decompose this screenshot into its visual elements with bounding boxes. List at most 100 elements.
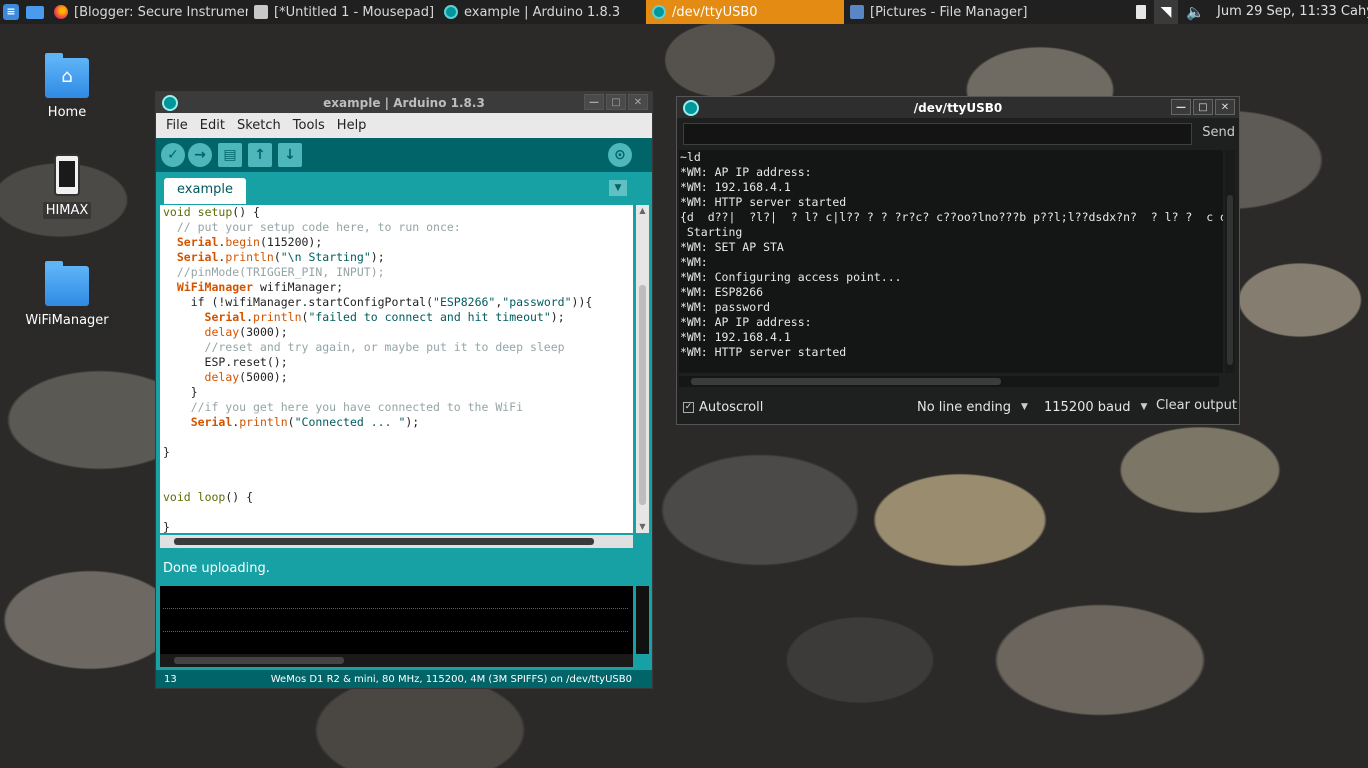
line-ending-select[interactable]: No line ending ▼ — [917, 397, 1028, 417]
window-title: example | Arduino 1.8.3 — [323, 95, 485, 110]
menu-file[interactable]: File — [166, 118, 188, 133]
line-ending-value: No line ending — [917, 399, 1011, 415]
scroll-thumb[interactable] — [174, 657, 344, 664]
console-line — [163, 594, 628, 609]
task-label: example | Arduino 1.8.3 — [464, 4, 621, 20]
arduino-icon — [652, 5, 666, 19]
task-serial-monitor[interactable]: /dev/ttyUSB0 — [646, 0, 844, 24]
desktop-icon-wifimanager[interactable]: WiFiManager — [22, 261, 112, 329]
menu-help[interactable]: Help — [337, 118, 367, 133]
arduino-icon — [444, 5, 458, 19]
desktop-icon-label: HIMAX — [42, 202, 92, 219]
menu-edit[interactable]: Edit — [200, 118, 225, 133]
editor-horizontal-scrollbar[interactable] — [160, 535, 633, 548]
tab-menu-button[interactable]: ▼ — [609, 180, 627, 196]
desktop-icon-label: Home — [44, 104, 90, 121]
menu-sketch[interactable]: Sketch — [237, 118, 281, 133]
send-button[interactable]: Send — [1202, 125, 1235, 140]
clipboard-icon[interactable] — [1136, 5, 1146, 19]
serial-horizontal-scrollbar[interactable] — [679, 376, 1219, 387]
console-output — [160, 586, 633, 654]
console-line — [163, 617, 628, 632]
desktop-icon-label: WiFiManager — [22, 312, 112, 329]
pictures-icon — [850, 5, 864, 19]
task-label: [Pictures - File Manager] — [870, 4, 1028, 20]
verify-button[interactable]: ✓ — [161, 143, 185, 167]
task-file-manager[interactable]: [Pictures - File Manager] — [844, 0, 1044, 24]
new-button[interactable]: ▤ — [218, 143, 242, 167]
serial-vertical-scrollbar[interactable] — [1225, 150, 1235, 373]
arduino-window: example | Arduino 1.8.3 — □ ✕ File Edit … — [155, 91, 653, 689]
volume-icon[interactable]: 🔈 — [1186, 3, 1205, 21]
serial-monitor-button[interactable]: ⊙ — [608, 143, 632, 167]
tab-strip: example ▼ — [156, 172, 652, 204]
menu-icon: ≡ — [3, 4, 19, 20]
editor-vertical-scrollbar[interactable]: ▲ ▼ — [636, 205, 649, 533]
phone-icon — [54, 154, 80, 196]
menu-bar: File Edit Sketch Tools Help — [156, 113, 652, 138]
clock[interactable]: Jum 29 Sep, 11:33 Cahyo — [1217, 0, 1368, 24]
status-message: Done uploading. — [156, 552, 652, 585]
task-blogger[interactable]: [Blogger: Secure Instrumen... — [48, 0, 248, 24]
open-button[interactable]: ↑ — [248, 143, 272, 167]
chevron-down-icon: ▼ — [1140, 402, 1148, 412]
chevron-down-icon: ▼ — [1021, 402, 1028, 412]
wifi-icon[interactable]: ◥ — [1154, 0, 1178, 24]
scroll-thumb[interactable] — [1227, 195, 1233, 365]
task-label: /dev/ttyUSB0 — [672, 4, 758, 20]
task-mousepad[interactable]: [*Untitled 1 - Mousepad] — [248, 0, 438, 24]
task-label: [*Untitled 1 - Mousepad] — [274, 4, 435, 20]
mousepad-icon — [254, 5, 268, 19]
board-info: WeMos D1 R2 & mini, 80 MHz, 115200, 4M (… — [270, 673, 632, 685]
clock-text: Jum 29 Sep, 11:33 — [1217, 4, 1337, 19]
code-editor[interactable]: void setup() { // put your setup code he… — [160, 205, 633, 533]
desktop-icon-himax[interactable]: HIMAX — [27, 154, 107, 219]
folder-icon — [26, 5, 44, 19]
app-menu-button[interactable]: ≡ — [0, 0, 22, 24]
console-horizontal-scrollbar[interactable] — [160, 654, 633, 667]
home-folder-icon — [45, 53, 89, 98]
system-tray: ◥ 🔈 — [1136, 0, 1205, 24]
baud-select[interactable]: 115200 baud ▼ — [1044, 397, 1147, 417]
serial-send-input[interactable] — [683, 123, 1192, 145]
autoscroll-checkbox[interactable]: ✓ — [683, 401, 694, 413]
serial-output[interactable]: ~ld *WM: AP IP address: *WM: 192.168.4.1… — [679, 150, 1223, 373]
footer-bar: 13 WeMos D1 R2 & mini, 80 MHz, 115200, 4… — [156, 670, 652, 688]
firefox-icon — [54, 5, 68, 19]
serial-footer: ✓ Autoscroll No line ending ▼ 115200 bau… — [677, 395, 1239, 419]
close-button[interactable]: ✕ — [628, 94, 648, 110]
autoscroll-label[interactable]: Autoscroll — [699, 400, 763, 415]
arduino-logo-icon — [683, 99, 699, 116]
scroll-down-icon[interactable]: ▼ — [636, 521, 649, 533]
clear-output-button[interactable]: Clear output — [1156, 398, 1237, 413]
arduino-logo-icon — [162, 94, 178, 111]
console-vertical-scrollbar[interactable] — [636, 586, 649, 654]
upload-button[interactable]: → — [188, 143, 212, 167]
maximize-button[interactable]: □ — [606, 94, 626, 110]
scroll-thumb[interactable] — [691, 378, 1001, 385]
task-arduino[interactable]: example | Arduino 1.8.3 — [438, 0, 646, 24]
scroll-up-icon[interactable]: ▲ — [636, 205, 649, 217]
line-number: 13 — [164, 673, 177, 685]
serial-titlebar[interactable]: /dev/ttyUSB0 — □ ✕ — [677, 97, 1239, 118]
task-label: [Blogger: Secure Instrumen... — [74, 4, 248, 20]
save-button[interactable]: ↓ — [278, 143, 302, 167]
scroll-thumb[interactable] — [174, 538, 594, 545]
serial-monitor-window: /dev/ttyUSB0 — □ ✕ Send ~ld *WM: AP IP a… — [676, 96, 1240, 425]
arduino-titlebar[interactable]: example | Arduino 1.8.3 — □ ✕ — [156, 92, 652, 113]
scroll-thumb[interactable] — [639, 285, 646, 505]
menu-tools[interactable]: Tools — [293, 118, 325, 133]
toolbar: ✓ → ▤ ↑ ↓ ⊙ — [156, 138, 652, 172]
desktop-icon-home[interactable]: Home — [27, 53, 107, 121]
code-text[interactable]: void setup() { // put your setup code he… — [163, 205, 630, 533]
maximize-button[interactable]: □ — [1193, 99, 1213, 115]
close-button[interactable]: ✕ — [1215, 99, 1235, 115]
window-title: /dev/ttyUSB0 — [913, 100, 1003, 115]
minimize-button[interactable]: — — [1171, 99, 1191, 115]
file-manager-launcher[interactable] — [22, 0, 48, 24]
user-name[interactable]: Cahyo — [1341, 4, 1368, 19]
serial-output-text: ~ld *WM: AP IP address: *WM: 192.168.4.1… — [680, 150, 1223, 359]
minimize-button[interactable]: — — [584, 94, 604, 110]
tab-example[interactable]: example — [164, 178, 246, 204]
